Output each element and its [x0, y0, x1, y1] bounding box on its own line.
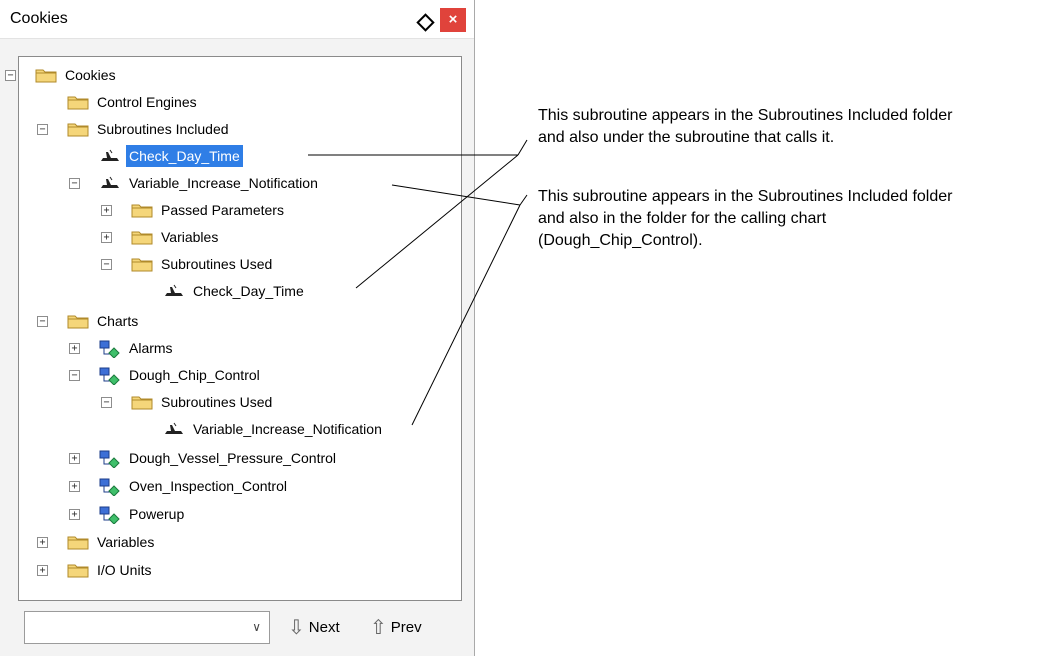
leader-line-2b: [519, 194, 528, 206]
leader-line-1c: [355, 154, 519, 289]
leader-line-2c: [411, 204, 521, 426]
callout-leader-lines: [308, 139, 528, 426]
leader-line-2a: [391, 184, 521, 206]
leader-line-1b: [517, 139, 528, 156]
